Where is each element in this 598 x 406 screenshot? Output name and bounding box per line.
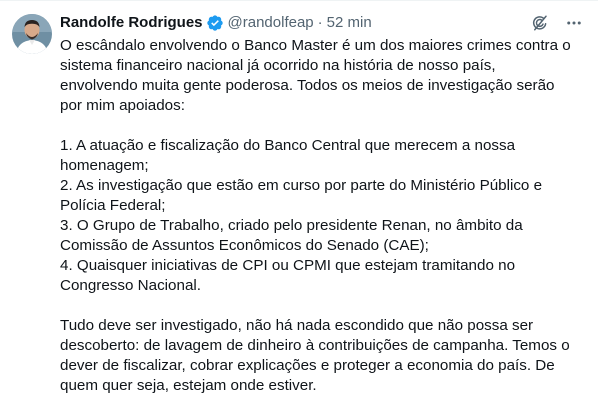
tweet-header: Randolfe Rodrigues @randolfeap · 52 min	[60, 12, 372, 34]
tweet-actions	[530, 13, 584, 33]
timestamp[interactable]: 52 min	[327, 13, 372, 33]
avatar-photo-icon	[12, 14, 52, 54]
more-icon[interactable]	[564, 13, 584, 33]
divider	[0, 0, 598, 1]
separator-dot: ·	[317, 14, 323, 31]
tweet-paragraph: O escândalo envolvendo o Banco Master é …	[60, 37, 571, 114]
tweet[interactable]: Randolfe Rodrigues @randolfeap · 52 min	[0, 0, 598, 406]
verified-badge-icon	[206, 14, 224, 32]
author-handle[interactable]: @randolfeap	[228, 13, 314, 33]
tweet-text: O escândalo envolvendo o Banco Master é …	[60, 36, 588, 396]
avatar[interactable]	[12, 14, 52, 54]
author-name[interactable]: Randolfe Rodrigues	[60, 13, 203, 33]
tweet-paragraph: Tudo deve ser investigado, não há nada e…	[60, 317, 570, 394]
grok-icon[interactable]	[530, 13, 550, 33]
tweet-paragraph: 1. A atuação e fiscalização do Banco Cen…	[60, 137, 543, 294]
